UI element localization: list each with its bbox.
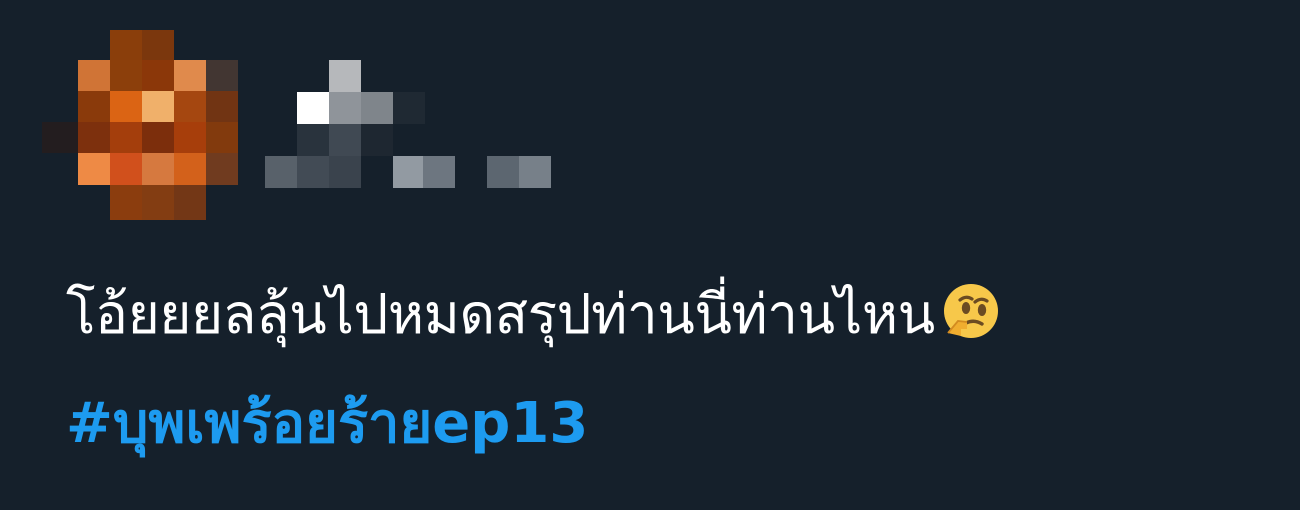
tweet-body: โอ้ยยยลลุ้นไปหมดสรุปท่านนี่ท่านไหน <box>66 278 1246 350</box>
thinking-face-icon <box>943 284 998 338</box>
hashtag-link[interactable]: #บุพเพร้อยร้ายep13 <box>66 388 588 460</box>
tweet-card: โอ้ยยยลลุ้นไปหมดสรุปท่านนี่ท่านไหน #บุพเ… <box>0 0 1300 510</box>
avatar[interactable] <box>42 30 238 220</box>
tweet-text: โอ้ยยยลลุ้นไปหมดสรุปท่านนี่ท่านไหน <box>66 282 935 346</box>
author-name[interactable] <box>265 58 555 190</box>
